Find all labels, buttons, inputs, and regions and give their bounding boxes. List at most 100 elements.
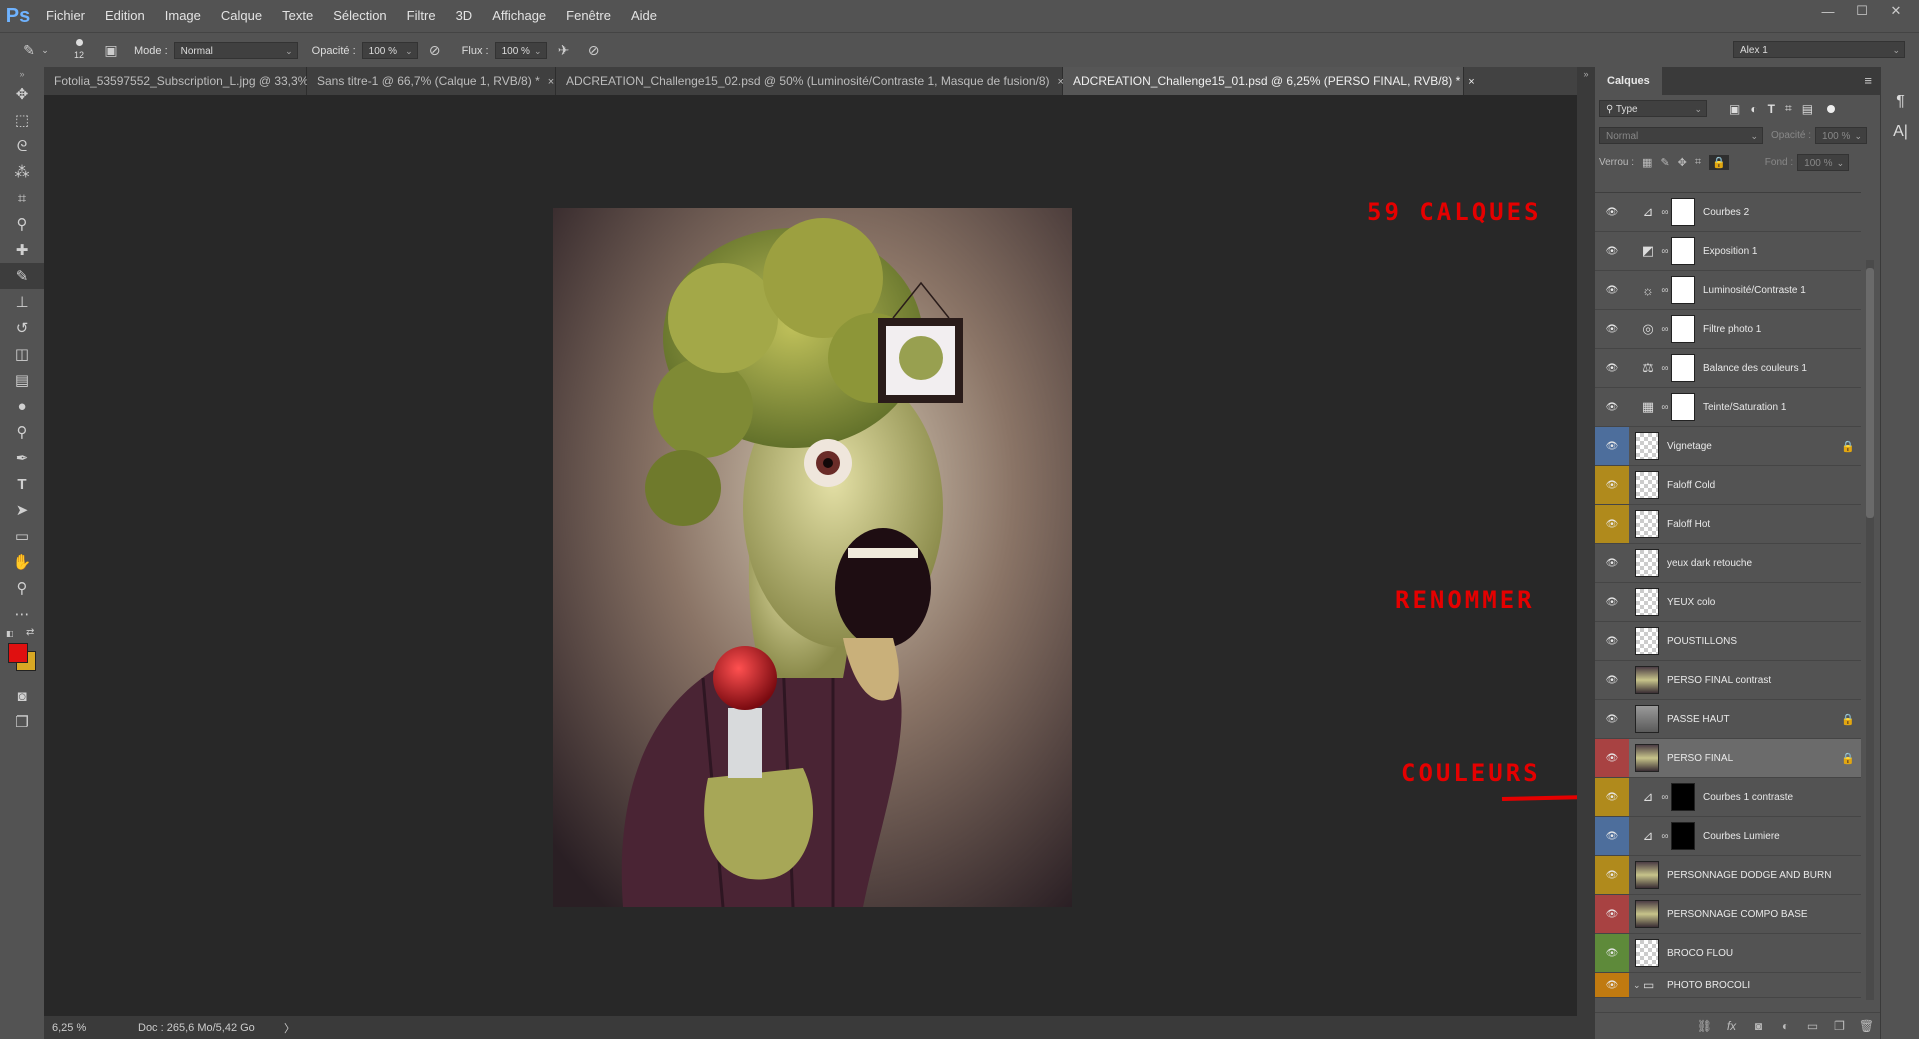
layer-thumbnail[interactable]: [1635, 549, 1659, 577]
layer-name[interactable]: PERSONNAGE DODGE AND BURN: [1667, 870, 1861, 881]
layer-name[interactable]: yeux dark retouche: [1667, 558, 1861, 569]
mode-select[interactable]: Normal ⌄: [173, 42, 298, 59]
layer-name[interactable]: Balance des couleurs 1: [1703, 363, 1861, 374]
visibility-eye-icon[interactable]: 👁: [1595, 232, 1629, 270]
minimize-button[interactable]: —: [1811, 0, 1845, 22]
brush-tool-icon[interactable]: ✎: [0, 263, 44, 289]
layer-row[interactable]: 👁 PERSONNAGE COMPO BASE: [1595, 895, 1861, 934]
layer-mask-thumbnail[interactable]: [1671, 198, 1695, 226]
type-tool-icon[interactable]: T: [0, 471, 44, 497]
zoom-tool-icon[interactable]: ⚲: [0, 575, 44, 601]
layer-filter-select[interactable]: ⚲ Type ⌄: [1599, 100, 1707, 117]
layer-style-icon[interactable]: fx: [1718, 1019, 1745, 1033]
filter-smart-object-icon[interactable]: ▤: [1802, 102, 1813, 116]
layer-name[interactable]: Courbes 2: [1703, 207, 1861, 218]
marquee-tool-icon[interactable]: ⬚: [0, 107, 44, 133]
layer-mask-thumbnail[interactable]: [1671, 315, 1695, 343]
layer-name[interactable]: Faloff Cold: [1667, 480, 1861, 491]
filter-adjustment-icon[interactable]: ◐: [1750, 102, 1757, 116]
mask-link-icon[interactable]: ∞: [1659, 324, 1671, 335]
zoom-level[interactable]: 6,25 %: [52, 1022, 118, 1034]
layer-row[interactable]: 👁 BROCO FLOU: [1595, 934, 1861, 973]
path-selection-tool-icon[interactable]: ➤: [0, 497, 44, 523]
visibility-eye-icon[interactable]: 👁: [1595, 271, 1629, 309]
mask-link-icon[interactable]: ∞: [1659, 207, 1671, 218]
tab-challenge15-01[interactable]: ADCREATION_Challenge15_01.psd @ 6,25% (P…: [1063, 67, 1475, 95]
lock-all-icon[interactable]: 🔒: [1709, 155, 1729, 170]
history-brush-tool-icon[interactable]: ↺: [0, 315, 44, 341]
layer-thumbnail[interactable]: [1635, 744, 1659, 772]
lasso-tool-icon[interactable]: ᘓ: [0, 133, 44, 159]
layer-row[interactable]: 👁 ◩ ∞ Exposition 1: [1595, 232, 1861, 271]
visibility-eye-icon[interactable]: 👁: [1595, 856, 1629, 894]
layers-panel-tab[interactable]: Calques: [1595, 67, 1662, 95]
layer-name[interactable]: Vignetage: [1667, 441, 1835, 452]
layer-row[interactable]: 👁 ▦ ∞ Teinte/Saturation 1: [1595, 388, 1861, 427]
add-mask-icon[interactable]: ◙: [1745, 1019, 1772, 1033]
layer-row[interactable]: 👁 Faloff Cold: [1595, 466, 1861, 505]
layer-name[interactable]: PERSO FINAL: [1667, 753, 1835, 764]
opacity-input[interactable]: 100 % ⌄: [361, 42, 418, 59]
layer-row[interactable]: 👁 POUSTILLONS: [1595, 622, 1861, 661]
menu-texte[interactable]: Texte: [272, 0, 323, 32]
menu-aide[interactable]: Aide: [621, 0, 667, 32]
layer-thumbnail[interactable]: [1635, 471, 1659, 499]
mask-link-icon[interactable]: ∞: [1659, 792, 1671, 803]
default-colors-icon[interactable]: ◧: [6, 629, 14, 638]
clone-stamp-tool-icon[interactable]: ⊥: [0, 289, 44, 315]
workspace-select[interactable]: Alex 1 ⌄: [1733, 41, 1905, 58]
close-window-button[interactable]: ✕: [1879, 0, 1913, 22]
menu-fenetre[interactable]: Fenêtre: [556, 0, 621, 32]
visibility-eye-icon[interactable]: 👁: [1595, 388, 1629, 426]
crop-tool-icon[interactable]: ⌗: [0, 185, 44, 211]
collapse-toolbar-icon[interactable]: »: [0, 67, 44, 81]
menu-filtre[interactable]: Filtre: [397, 0, 446, 32]
layer-name[interactable]: Exposition 1: [1703, 246, 1861, 257]
visibility-eye-icon[interactable]: 👁: [1595, 583, 1629, 621]
pen-tool-icon[interactable]: ✒: [0, 445, 44, 471]
close-tab-icon[interactable]: ×: [548, 76, 554, 88]
layer-name[interactable]: Teinte/Saturation 1: [1703, 402, 1861, 413]
brush-panel-icon[interactable]: ▣: [100, 40, 122, 62]
menu-fichier[interactable]: Fichier: [36, 0, 95, 32]
flow-input[interactable]: 100 % ⌄: [494, 42, 547, 59]
menu-3d[interactable]: 3D: [446, 0, 483, 32]
visibility-eye-icon[interactable]: 👁: [1595, 193, 1629, 231]
dodge-tool-icon[interactable]: ⚲: [0, 419, 44, 445]
layer-mask-thumbnail[interactable]: [1671, 822, 1695, 850]
visibility-eye-icon[interactable]: 👁: [1595, 934, 1629, 972]
layer-row[interactable]: 👁 ☼ ∞ Luminosité/Contraste 1: [1595, 271, 1861, 310]
visibility-eye-icon[interactable]: 👁: [1595, 700, 1629, 738]
new-layer-icon[interactable]: ❐: [1826, 1019, 1853, 1033]
lock-pixels-icon[interactable]: ✎: [1660, 156, 1669, 169]
layer-name[interactable]: YEUX colo: [1667, 597, 1861, 608]
chevron-down-icon[interactable]: ⌄: [40, 40, 50, 62]
airbrush-icon[interactable]: ✈: [553, 40, 575, 62]
visibility-eye-icon[interactable]: 👁: [1595, 895, 1629, 933]
layer-row[interactable]: 👁 ⌄ ▭ PHOTO BROCOLI: [1595, 973, 1861, 998]
tab-fotolia[interactable]: Fotolia_53597552_Subscription_L.jpg @ 33…: [44, 67, 377, 95]
layer-name[interactable]: PHOTO BROCOLI: [1667, 980, 1861, 991]
layer-thumbnail[interactable]: [1635, 588, 1659, 616]
visibility-eye-icon[interactable]: 👁: [1595, 778, 1629, 816]
layer-row[interactable]: 👁 yeux dark retouche: [1595, 544, 1861, 583]
tab-challenge15-02[interactable]: ADCREATION_Challenge15_02.psd @ 50% (Lum…: [556, 67, 1064, 95]
eraser-tool-icon[interactable]: ◫: [0, 341, 44, 367]
layer-thumbnail[interactable]: [1635, 705, 1659, 733]
layer-row[interactable]: 👁 YEUX colo: [1595, 583, 1861, 622]
layer-row[interactable]: 👁 ⊿ ∞ Courbes 1 contraste: [1595, 778, 1861, 817]
chevron-down-icon[interactable]: ⌄: [1633, 980, 1643, 991]
blend-mode-select[interactable]: Normal ⌄: [1599, 127, 1763, 144]
more-tools-icon[interactable]: ⋯: [0, 601, 44, 627]
visibility-eye-icon[interactable]: 👁: [1595, 310, 1629, 348]
filter-toggle-icon[interactable]: [1827, 104, 1836, 113]
visibility-eye-icon[interactable]: 👁: [1595, 622, 1629, 660]
menu-image[interactable]: Image: [155, 0, 211, 32]
layer-mask-thumbnail[interactable]: [1671, 354, 1695, 382]
brush-size-picker[interactable]: 12: [64, 36, 100, 66]
mask-link-icon[interactable]: ∞: [1659, 285, 1671, 296]
visibility-eye-icon[interactable]: 👁: [1595, 739, 1629, 777]
magic-wand-tool-icon[interactable]: ⁂: [0, 159, 44, 185]
lock-artboard-icon[interactable]: ⌗: [1695, 156, 1701, 169]
layer-opacity-input[interactable]: 100 % ⌄: [1815, 127, 1868, 144]
